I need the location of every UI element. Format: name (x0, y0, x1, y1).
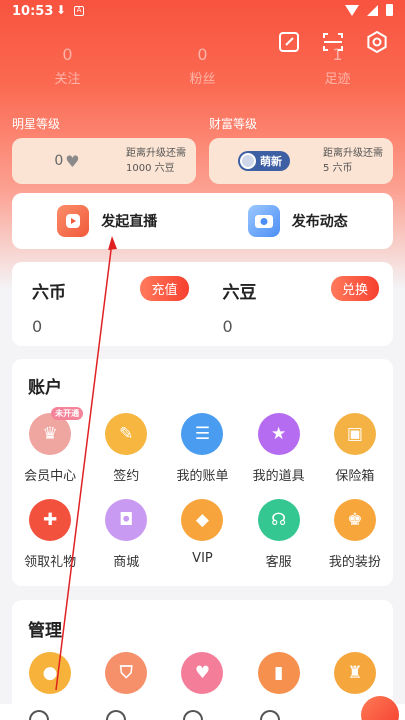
wealth-level-badge: 萌新 (238, 151, 290, 171)
outfit-icon: ♚ (333, 499, 376, 541)
stat-value: 0 (197, 45, 208, 64)
manage-section: 管理 ● ⛉ ♥ ▮ ♜ (12, 600, 393, 720)
heart-icon: ♥ (65, 151, 80, 171)
post-update-button[interactable]: 发布动态 (203, 193, 394, 249)
notification-a-icon: A (74, 6, 84, 16)
wealth-level-badge-label: 萌新 (260, 155, 282, 168)
stats-row: 0 关注 0 粉丝 1 足迹 (0, 45, 405, 87)
stat-footprint[interactable]: 1 足迹 (288, 45, 388, 87)
balance-card: 六币 0 充值 六豆 0 兑换 (12, 262, 393, 346)
customer-service-button[interactable]: ☊ 客服 (241, 499, 317, 585)
stat-fans[interactable]: 0 粉丝 (153, 45, 253, 87)
star-level-value: 0 (54, 153, 64, 169)
trophy-icon: ♜ (333, 652, 376, 694)
download-icon: ⬇ (56, 3, 67, 17)
start-live-label: 发起直播 (101, 214, 158, 230)
grid-label: 签约 (113, 469, 140, 484)
contract-icon: ✎ (105, 413, 148, 455)
grid-label: 我的道具 (252, 469, 305, 484)
status-time: 10:53 (12, 4, 54, 19)
bean-value: 0 (222, 317, 233, 336)
home-icon[interactable] (28, 710, 49, 720)
not-opened-badge: 未开通 (51, 407, 84, 420)
star-level-hint: 距离升级还需 (126, 148, 186, 159)
grid-label: 我的账单 (176, 469, 229, 484)
grid-label: VIP (192, 551, 213, 566)
contract-button[interactable]: ✎ 签约 (88, 413, 164, 499)
vip-icon: ◆ (181, 499, 224, 541)
floating-action-icon[interactable] (361, 696, 399, 720)
grid-label: 商城 (113, 555, 140, 570)
member-center-button[interactable]: ♛ 未开通 会员中心 (12, 407, 88, 499)
wealth-level-title: 财富等级 (209, 117, 258, 131)
shop-bag-icon: ◘ (105, 499, 148, 541)
safe-icon: ▣ (333, 413, 376, 455)
signal-icon (367, 4, 378, 16)
bottom-nav (0, 696, 405, 720)
shield-icon: ⛉ (105, 652, 148, 694)
grid-label: 领取礼物 (24, 555, 77, 570)
action-card: 发起直播 发布动态 (12, 193, 393, 249)
exchange-button[interactable]: 兑换 (330, 276, 379, 301)
manage-title: 管理 (28, 621, 62, 641)
stat-value: 1 (332, 45, 343, 64)
my-outfit-button[interactable]: ♚ 我的装扮 (317, 499, 393, 585)
recharge-button[interactable]: 充值 (140, 276, 189, 301)
battery-icon (386, 4, 393, 16)
claim-gift-button[interactable]: ✚ 领取礼物 (12, 499, 88, 585)
star-level-requirement: 1000 六豆 (126, 163, 175, 174)
star-level-card[interactable]: 0 ♥ 距离升级还需 1000 六豆 (12, 138, 196, 184)
grid-label: 会员中心 (24, 469, 77, 484)
grid-label: 保险箱 (335, 469, 375, 484)
account-title: 账户 (28, 378, 62, 398)
account-grid: ♛ 未开通 会员中心 ✎ 签约 ☰ 我的账单 ★ 我的道具 ▣ 保险箱 ✚ 领取… (12, 407, 393, 585)
crown-icon: ♛ 未开通 (29, 407, 84, 455)
live-icon (57, 205, 90, 237)
stat-label: 粉丝 (189, 72, 216, 87)
grid-label: 我的装扮 (328, 555, 381, 570)
message-icon[interactable] (182, 710, 203, 720)
bill-icon: ☰ (181, 413, 224, 455)
start-live-button[interactable]: 发起直播 (12, 193, 203, 249)
level-row: 明星等级 0 ♥ 距离升级还需 1000 六豆 财富等级 萌新 距离升级还需 5… (12, 115, 393, 184)
stat-label: 关注 (54, 72, 81, 87)
my-bill-button[interactable]: ☰ 我的账单 (164, 413, 240, 499)
safe-box-button[interactable]: ▣ 保险箱 (317, 413, 393, 499)
stat-value: 0 (62, 45, 73, 64)
gift-icon: ✚ (29, 499, 72, 541)
headset-icon: ☊ (257, 499, 300, 541)
chart-icon: ▮ (257, 652, 300, 694)
wealth-level-card[interactable]: 萌新 距离升级还需 5 六币 (209, 138, 393, 184)
account-section: 账户 ♛ 未开通 会员中心 ✎ 签约 ☰ 我的账单 ★ 我的道具 ▣ 保险箱 ✚… (12, 359, 393, 586)
wifi-icon (345, 4, 359, 16)
status-bar: 10:53 ⬇ A (0, 0, 405, 24)
camera-icon (247, 205, 280, 237)
wealth-level-hint: 距离升级还需 (323, 148, 383, 159)
vip-button[interactable]: ◆ VIP (164, 499, 240, 585)
my-props-button[interactable]: ★ 我的道具 (241, 413, 317, 499)
post-update-label: 发布动态 (291, 214, 348, 230)
coin-value: 0 (32, 317, 43, 336)
heart-icon: ♥ (181, 652, 224, 694)
user-icon: ● (29, 652, 72, 694)
wealth-level-requirement: 5 六币 (323, 163, 353, 174)
discover-icon[interactable] (259, 710, 280, 720)
star-level-title: 明星等级 (12, 117, 61, 131)
star-prop-icon: ★ (257, 413, 300, 455)
stat-label: 足迹 (324, 72, 351, 87)
stat-following[interactable]: 0 关注 (18, 45, 118, 87)
grid-label: 客服 (265, 555, 292, 570)
bean-balance: 六豆 0 兑换 (203, 262, 394, 346)
coin-balance: 六币 0 充值 (12, 262, 203, 346)
heart-nav-icon[interactable] (105, 710, 126, 720)
rank-ring-icon (240, 153, 256, 169)
shop-button[interactable]: ◘ 商城 (88, 499, 164, 585)
